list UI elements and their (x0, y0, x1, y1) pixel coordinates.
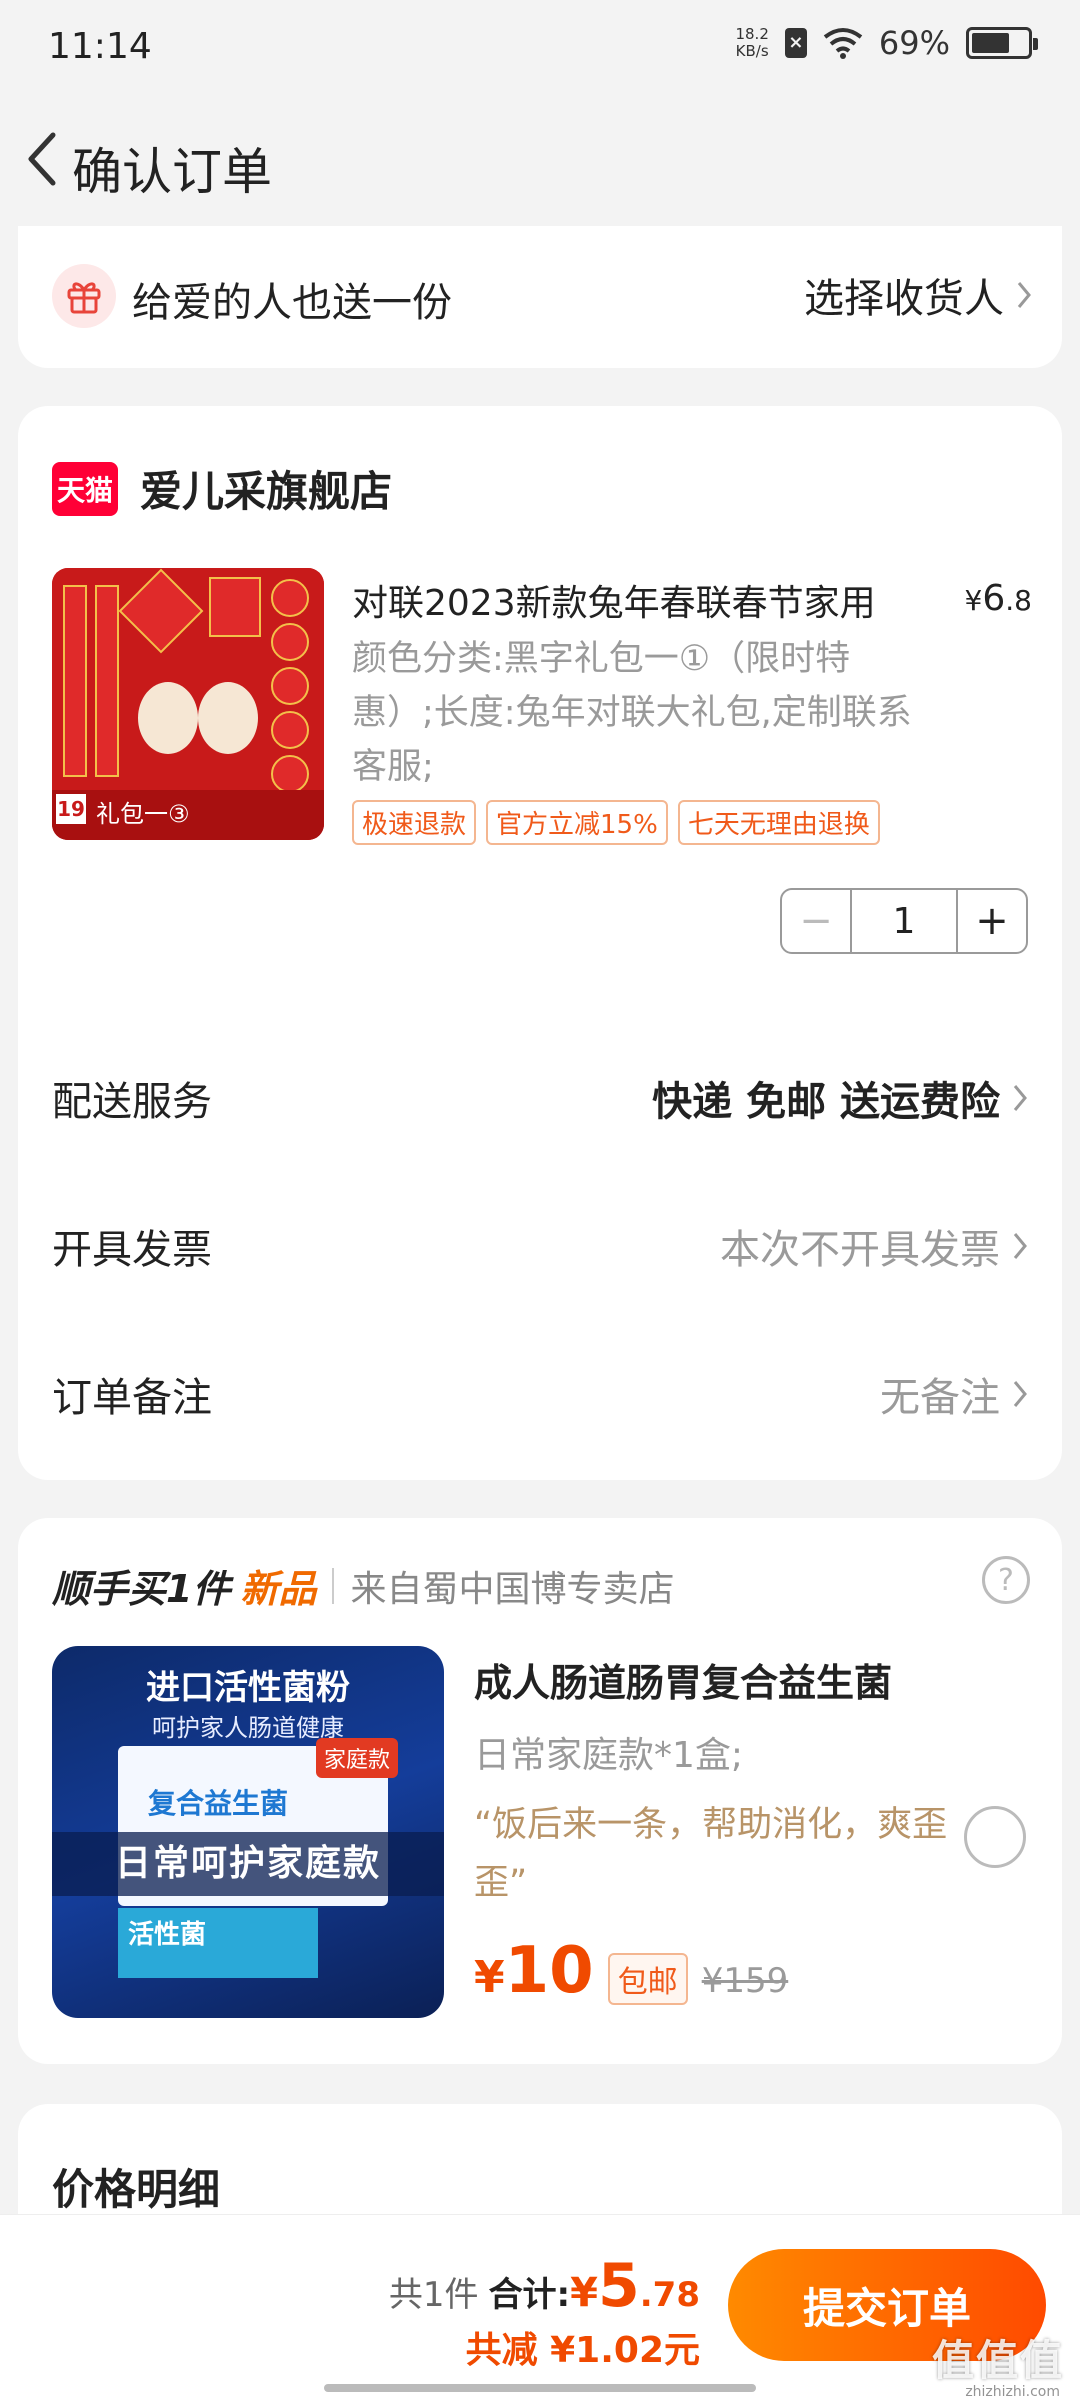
remark-value: 无备注 (880, 1365, 1028, 1423)
product-image-badge: 19 (56, 794, 86, 824)
product-tag: 官方立减15% (486, 800, 668, 845)
upsell-header: 顺手买1件 新品 来自蜀中国博专卖店 (52, 1558, 674, 1613)
product-tags: 极速退款 官方立减15% 七天无理由退换 (352, 800, 880, 845)
upsell-spec: 日常家庭款*1盒; (474, 1735, 744, 1776)
product-price-symbol: ¥ (964, 584, 983, 617)
upsell-image-badge: 家庭款 (316, 1738, 399, 1778)
upsell-new-label: 新品 (240, 1567, 317, 1611)
upsell-price-symbol: ¥ (474, 1952, 505, 2003)
delivery-service-row[interactable]: 配送服务 快递 免邮 送运费险 (52, 1068, 1028, 1128)
watermark-url: zhizhizhi.com (965, 2384, 1060, 2400)
total-int: 5 (598, 2251, 640, 2321)
total-dec: .78 (639, 2275, 700, 2315)
upsell-image-brand: 复合益生菌 (148, 1787, 289, 1820)
total-symbol: ¥ (570, 2270, 599, 2316)
discount-text[interactable]: 共减 ¥1.02元 (466, 2321, 700, 2373)
shop-name: 爱儿采旗舰店 (140, 467, 393, 516)
upsell-old-price: ¥159 (701, 1961, 789, 2001)
network-speed-unit: KB/s (735, 42, 769, 60)
quantity-decrease-button[interactable]: − (782, 890, 852, 952)
product-tag: 七天无理由退换 (677, 800, 880, 845)
battery-percent: 69% (878, 24, 950, 62)
total-summary: 共1件 合计: ¥ 5 .78 (389, 2251, 700, 2321)
product-spec[interactable]: 颜色分类:黑字礼包一①（限时特惠）;长度:兔年对联大礼包,定制联系客服; (352, 632, 912, 794)
upsell-buy-label: 顺手买1件 (52, 1567, 231, 1611)
status-icons: 18.2 KB/s × 69% (735, 24, 1038, 62)
upsell-price: ¥10 (474, 1934, 594, 2008)
battery-icon (966, 27, 1038, 59)
invoice-row[interactable]: 开具发票 本次不开具发票 (52, 1216, 1028, 1276)
upsell-price-value: 10 (504, 1934, 594, 2008)
chevron-right-icon (1013, 1085, 1027, 1111)
remark-row[interactable]: 订单备注 无备注 (52, 1364, 1028, 1424)
product-price: ¥6.8 (965, 578, 1032, 619)
nav-bar: 确认订单 (0, 100, 1080, 220)
upsell-select-radio[interactable] (964, 1806, 1026, 1868)
choose-recipient-label: 选择收货人 (804, 276, 1004, 322)
product-image-caption: 礼包一③ (96, 800, 190, 828)
back-button[interactable] (12, 124, 72, 194)
network-speed-value: 18.2 (735, 25, 769, 43)
product-price-int: 6 (982, 578, 1006, 619)
chevron-right-icon (1013, 1233, 1027, 1259)
quantity-stepper: − 1 + (780, 888, 1028, 954)
price-detail-title: 价格明细 (52, 2165, 221, 2214)
tmall-logo: 天猫 (52, 461, 118, 516)
page-title: 确认订单 (72, 143, 272, 201)
quantity-value[interactable]: 1 (852, 901, 956, 942)
delivery-service-text: 快递 免邮 送运费险 (652, 1079, 1000, 1125)
upsell-title[interactable]: 成人肠道肠胃复合益生菌 (474, 1652, 892, 1707)
remark-label: 订单备注 (52, 1375, 212, 1421)
quantity-increase-button[interactable]: + (956, 890, 1026, 952)
remark-text: 无备注 (880, 1375, 1000, 1421)
item-count: 共1件 (388, 2275, 479, 2315)
chevron-left-icon (28, 132, 56, 186)
chevron-right-icon (1013, 1381, 1027, 1407)
product-title[interactable]: 对联2023新款兔年春联春节家用 (352, 574, 876, 626)
status-time: 11:14 (48, 26, 152, 67)
product-price-dec: .8 (1005, 584, 1032, 617)
upsell-image-banner: 日常呵护家庭款 (52, 1832, 444, 1896)
upsell-product-image[interactable]: 进口活性菌粉 呵护家人肠道健康 复合益生菌 家庭款 日常呵护家庭款 活性菌 (52, 1646, 444, 2018)
shop-header[interactable]: 天猫 爱儿采旗舰店 (52, 458, 392, 519)
status-bar: 11:14 18.2 KB/s × 69% (0, 0, 1080, 100)
divider (332, 1567, 335, 1604)
product-tag: 极速退款 (352, 800, 477, 845)
gift-icon (52, 264, 116, 328)
delivery-service-label: 配送服务 (52, 1079, 212, 1125)
choose-recipient-link[interactable]: 选择收货人 (804, 266, 1032, 324)
upsell-card: 顺手买1件 新品 来自蜀中国博专卖店 ? 进口活性菌粉 呵护家人肠道健康 复合益… (18, 1518, 1062, 2064)
upsell-store[interactable]: 来自蜀中国博专卖店 (350, 1560, 674, 1612)
watermark: 值值值 (931, 2336, 1064, 2385)
free-shipping-badge: 包邮 (607, 1953, 688, 2005)
gift-text: 给爱的人也送一份 (132, 280, 452, 326)
invoice-value: 本次不开具发票 (720, 1217, 1028, 1275)
battery-fill (972, 33, 1010, 53)
total-label: 合计: (488, 2275, 571, 2315)
bottom-bar: 共1件 合计: ¥ 5 .78 共减 ¥1.02元 提交订单 值值值 zhizh… (0, 2214, 1080, 2400)
network-speed: 18.2 KB/s (735, 26, 768, 60)
no-sim-icon: × (784, 28, 807, 58)
upsell-quote: “饭后来一条，帮助消化，爽歪歪” (474, 1805, 948, 1903)
delivery-service-value: 快递 免邮 送运费险 (652, 1069, 1028, 1127)
order-card: 天猫 爱儿采旗舰店 19 礼包一③ 对联2023新款兔年春联春节家用 ¥6.8 … (18, 406, 1062, 1480)
gift-row[interactable]: 给爱的人也送一份 选择收货人 (18, 226, 1062, 368)
wifi-icon (823, 28, 863, 59)
help-icon[interactable]: ? (982, 1556, 1030, 1604)
upsell-image-product: 活性菌 (118, 1908, 318, 1978)
upsell-price-row: ¥10 包邮 ¥159 (474, 1934, 788, 2008)
home-indicator[interactable] (324, 2384, 756, 2392)
chevron-right-icon (1017, 282, 1031, 308)
invoice-label: 开具发票 (52, 1227, 212, 1273)
product-image[interactable]: 19 礼包一③ (52, 568, 324, 840)
upsell-image-headline: 进口活性菌粉 (146, 1668, 350, 1708)
invoice-text: 本次不开具发票 (720, 1227, 1000, 1273)
